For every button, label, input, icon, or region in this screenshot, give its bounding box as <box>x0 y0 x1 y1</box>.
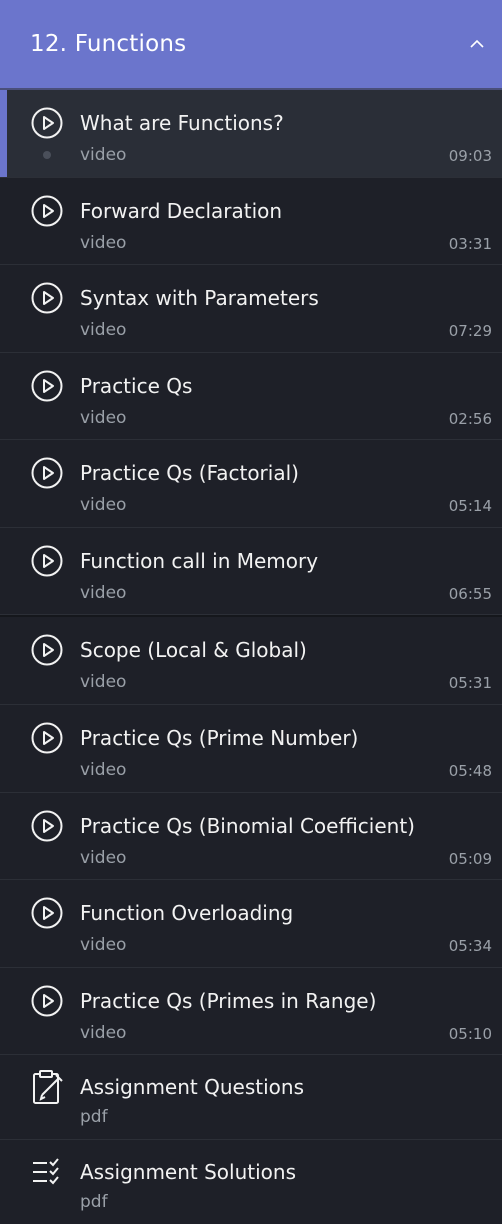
progress-dot <box>43 151 51 159</box>
lesson-item[interactable]: Practice Qs (Binomial Coefficient) video… <box>0 792 502 880</box>
lesson-item[interactable]: Practice Qs (Primes in Range) video 05:1… <box>0 967 502 1055</box>
lesson-list: What are Functions? video 09:03 Forward … <box>0 90 502 1224</box>
resource-type: pdf <box>80 1107 108 1127</box>
chevron-up-icon[interactable] <box>466 33 488 55</box>
lesson-item[interactable]: Function call in Memory video 06:55 <box>0 527 502 615</box>
lesson-title: Practice Qs (Prime Number) <box>80 726 359 750</box>
lesson-duration: 07:29 <box>448 322 492 340</box>
lesson-item[interactable]: What are Functions? video 09:03 <box>0 90 502 178</box>
lesson-item[interactable]: Scope (Local & Global) video 05:31 <box>0 615 502 705</box>
play-circle-icon <box>31 107 63 139</box>
resource-item[interactable]: Assignment Questions pdf <box>0 1055 502 1140</box>
lesson-title: Function call in Memory <box>80 548 319 573</box>
lesson-item[interactable]: Syntax with Parameters video 07:29 <box>0 265 502 353</box>
play-circle-icon <box>31 985 63 1017</box>
section-header[interactable]: 12. Functions <box>0 0 502 90</box>
play-circle-icon <box>31 370 63 402</box>
play-circle-icon <box>31 634 63 666</box>
play-circle-icon <box>31 810 63 842</box>
resource-title: Assignment Questions <box>80 1075 304 1099</box>
resource-type: pdf <box>80 1192 108 1212</box>
lesson-item[interactable]: Function Overloading video 05:34 <box>0 880 502 968</box>
resource-item[interactable]: Assignment Solutions pdf <box>0 1140 502 1224</box>
lesson-duration: 09:03 <box>448 147 492 165</box>
lesson-title: Practice Qs (Primes in Range) <box>80 988 377 1013</box>
lesson-duration: 05:09 <box>448 849 492 868</box>
lesson-type: video <box>80 495 127 515</box>
resource-title: Assignment Solutions <box>80 1160 297 1184</box>
lesson-type: video <box>80 935 127 955</box>
lesson-item[interactable]: Forward Declaration video 03:31 <box>0 177 502 265</box>
lesson-title: Practice Qs (Factorial) <box>80 461 299 485</box>
lesson-duration: 05:31 <box>448 674 492 692</box>
play-circle-icon <box>31 897 63 929</box>
lesson-item[interactable]: Practice Qs (Prime Number) video 05:48 <box>0 705 502 793</box>
lesson-title: What are Functions? <box>80 111 284 135</box>
course-section-panel: 12. Functions What are Functions? video … <box>0 0 502 1224</box>
play-circle-icon <box>31 722 63 754</box>
lesson-duration: 05:14 <box>448 497 492 515</box>
lesson-type: video <box>80 847 127 868</box>
play-circle-icon <box>31 457 63 489</box>
lesson-type: video <box>80 582 127 603</box>
checklist-icon <box>30 1154 64 1190</box>
lesson-duration: 06:55 <box>448 584 492 603</box>
play-circle-icon <box>31 282 63 314</box>
lesson-item[interactable]: Practice Qs (Factorial) video 05:14 <box>0 440 502 528</box>
lesson-title: Syntax with Parameters <box>80 286 319 310</box>
lesson-title: Function Overloading <box>80 901 294 925</box>
lesson-type: video <box>80 760 127 780</box>
lesson-type: video <box>80 232 127 253</box>
lesson-duration: 05:48 <box>448 762 492 780</box>
lesson-title: Practice Qs (Binomial Coefficient) <box>80 813 415 838</box>
lesson-duration: 05:10 <box>448 1024 492 1043</box>
edit-document-icon <box>30 1069 64 1105</box>
play-circle-icon <box>31 195 63 227</box>
lesson-title: Scope (Local & Global) <box>80 638 307 662</box>
lesson-title: Practice Qs <box>80 373 193 398</box>
lesson-duration: 02:56 <box>448 409 492 428</box>
lesson-title: Forward Declaration <box>80 198 283 223</box>
lesson-item[interactable]: Practice Qs video 02:56 <box>0 352 502 440</box>
lesson-type: video <box>80 672 127 692</box>
lesson-type: video <box>80 1022 127 1043</box>
lesson-type: video <box>80 145 127 165</box>
section-title: 12. Functions <box>30 31 187 57</box>
lesson-type: video <box>80 320 127 340</box>
lesson-duration: 03:31 <box>448 234 492 253</box>
play-circle-icon <box>31 545 63 577</box>
lesson-duration: 05:34 <box>448 937 492 955</box>
lesson-type: video <box>80 407 127 428</box>
